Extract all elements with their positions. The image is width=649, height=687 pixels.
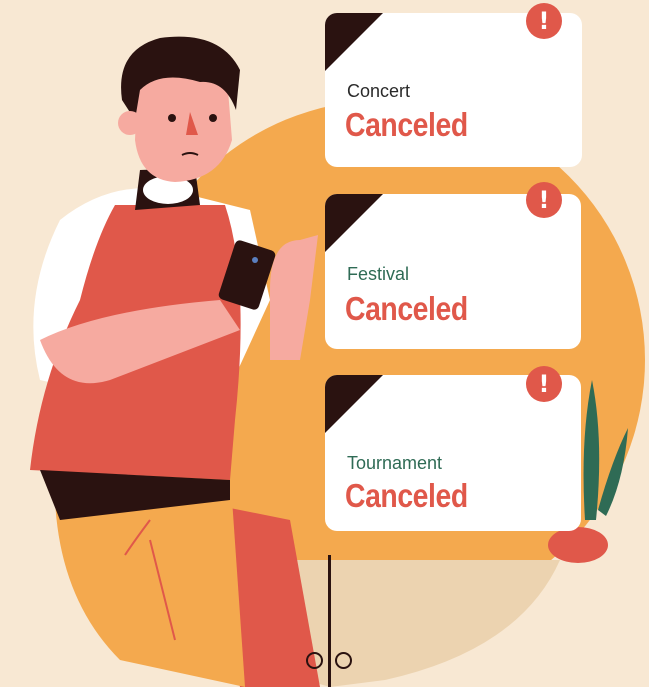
status-label: Canceled (345, 106, 468, 143)
plant-pot (548, 527, 608, 563)
hook-icon (335, 652, 352, 669)
sign-hooks (306, 652, 364, 674)
event-name: Concert (347, 81, 411, 101)
exclamation-icon: ! (526, 3, 562, 39)
person-ear (118, 111, 142, 135)
status-label: Canceled (345, 477, 468, 514)
phone-camera (252, 257, 258, 263)
person-eye-left (168, 114, 176, 122)
event-name: Tournament (347, 453, 443, 473)
person-eye-right (209, 114, 217, 122)
card-corner (325, 194, 383, 252)
exclamation-icon: ! (526, 182, 562, 218)
status-label: Canceled (345, 290, 468, 327)
event-name: Festival (347, 264, 410, 284)
exclamation-icon: ! (526, 366, 562, 402)
card-corner (325, 13, 383, 71)
hook-icon (306, 652, 323, 669)
card-corner (325, 375, 383, 433)
